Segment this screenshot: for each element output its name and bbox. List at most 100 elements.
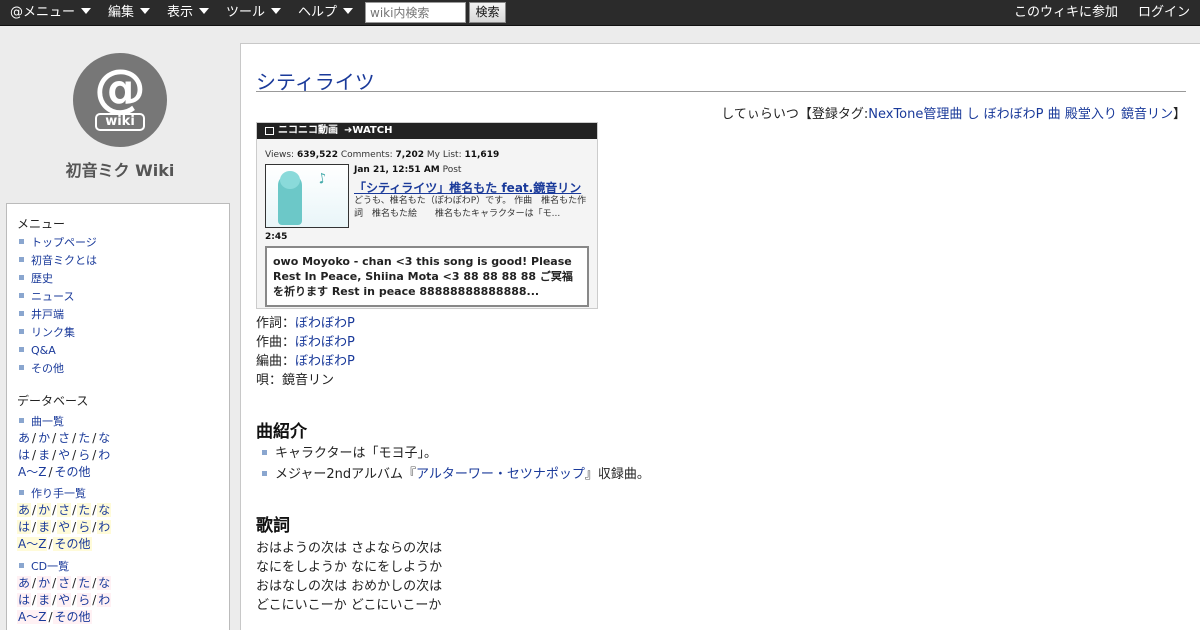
sidebar-item-label[interactable]: トップページ [31,236,97,249]
menu-help[interactable]: ヘルプ [298,0,354,26]
credit-value: 鏡音リン [282,373,335,388]
sidebar-item-history[interactable]: 歴史 [19,271,53,287]
kana-link[interactable]: わ [97,520,112,534]
kana-link[interactable]: A～Z [17,610,48,624]
kana-link[interactable]: その他 [53,465,91,479]
kana-link[interactable]: な [97,576,112,590]
sidebar-item-cd-list[interactable]: CD一覧 [19,559,69,575]
kana-link[interactable]: や [57,593,72,607]
chevron-down-icon [271,8,282,14]
sidebar-item-label[interactable]: 井戸端 [31,308,64,321]
sidebar-item-label[interactable]: 作り手一覧 [31,487,86,500]
kana-link[interactable]: や [57,448,71,462]
kana-link[interactable]: わ [97,593,112,607]
tag-link[interactable]: NexTone管理曲 [868,107,962,122]
sidebar-item-song-list[interactable]: 曲一覧 [19,414,64,430]
kana-link[interactable]: あ [17,503,32,517]
bullet-icon [19,311,24,316]
credit-composer: 作曲：ぼわぼわP [256,333,355,352]
kana-link[interactable]: か [37,503,52,517]
kana-link[interactable]: は [17,593,32,607]
menu-view-label: 表示 [167,5,194,20]
sidebar-db-heading: データベース [17,394,89,408]
comments-label: Comments: [340,150,393,160]
sidebar-item-label[interactable]: リンク集 [31,326,75,339]
sidebar-item-label[interactable]: その他 [31,362,64,375]
sidebar-item-label[interactable]: 初音ミクとは [31,254,97,267]
kana-link[interactable]: わ [97,448,111,462]
tag-link[interactable]: 曲 [1048,107,1061,122]
kana-link[interactable]: か [37,431,51,445]
video-thumbnail[interactable]: ♪ [265,164,349,228]
intro-text-suffix: 』収録曲。 [584,467,650,482]
login-link[interactable]: ログイン [1138,0,1190,26]
kana-link[interactable]: な [97,503,112,517]
menu-tools[interactable]: ツール [226,0,282,26]
kana-link[interactable]: ま [37,520,52,534]
kana-link[interactable]: ま [37,448,51,462]
sidebar-item-creator-list[interactable]: 作り手一覧 [19,486,86,502]
sidebar-item-other[interactable]: その他 [19,361,64,377]
credit-link[interactable]: ぼわぼわP [295,335,355,350]
menu-edit[interactable]: 編集 [108,0,151,26]
kana-link[interactable]: A～Z [17,465,47,479]
intro-text: キャラクターは「モヨ子」。 [275,446,437,461]
kana-link[interactable]: A～Z [17,537,48,551]
sidebar-item-idobata[interactable]: 井戸端 [19,307,64,323]
kana-link[interactable]: さ [57,576,72,590]
sidebar-item-label[interactable]: Q&A [31,344,56,357]
search-button[interactable]: 検索 [469,2,506,23]
kana-link[interactable]: さ [57,503,72,517]
niconico-watch-link[interactable]: ➜WATCH [344,124,392,138]
site-name[interactable]: 初音ミク Wiki [0,157,240,181]
post-date-value: Jan 21, 12:51 AM [354,165,440,175]
niconico-embed: ニコニコ動画 ➜WATCH Views: 639,522 Comments: 7… [256,122,598,309]
sidebar-item-qa[interactable]: Q&A [19,343,56,359]
sidebar-item-news[interactable]: ニュース [19,289,74,305]
sidebar-item-top-page[interactable]: トップページ [19,235,97,251]
search-input[interactable] [365,2,466,23]
bullet-icon [19,329,24,334]
sidebar-item-links[interactable]: リンク集 [19,325,75,341]
credit-link[interactable]: ぼわぼわP [295,354,355,369]
bullet-icon [19,275,24,280]
tag-link[interactable]: ぼわぼわP [984,107,1044,122]
kana-link[interactable]: その他 [53,537,92,551]
logo-wiki-label: wiki [95,113,145,131]
kana-link[interactable]: あ [17,576,32,590]
menu-atmenu[interactable]: @メニュー [10,0,92,26]
tag-link[interactable]: し [967,107,980,122]
video-title-link[interactable]: 「シティライツ」椎名もた feat.鏡音リン [354,179,581,196]
video-description: どうも、椎名もた（ぽわぽわP）です。 作曲 椎名もた作詞 椎名もた絵 椎名もたキ… [354,196,587,219]
tag-link[interactable]: 鏡音リン [1121,107,1173,122]
kana-link[interactable]: ら [77,593,92,607]
join-wiki-link[interactable]: このウィキに参加 [1014,0,1118,26]
kana-link[interactable]: は [17,448,31,462]
sidebar-item-label[interactable]: 歴史 [31,272,53,285]
kana-link[interactable]: は [17,520,32,534]
chevron-down-icon [140,8,151,14]
sidebar-item-label[interactable]: 曲一覧 [31,415,64,428]
sidebar-item-label[interactable]: CD一覧 [31,560,69,573]
sidebar-item-about-miku[interactable]: 初音ミクとは [19,253,97,269]
kana-link[interactable]: さ [57,431,71,445]
kana-link[interactable]: や [57,520,72,534]
credit-link[interactable]: ぼわぼわP [295,316,355,331]
kana-link[interactable]: た [77,503,92,517]
kana-link[interactable]: た [77,576,92,590]
kana-link[interactable]: ら [77,448,91,462]
niconico-logo[interactable]: ニコニコ動画 [278,124,338,138]
kana-link[interactable]: ら [77,520,92,534]
kana-link[interactable]: な [97,431,111,445]
kana-link[interactable]: あ [17,431,31,445]
tag-link[interactable]: 殿堂入り [1065,107,1117,122]
site-logo[interactable]: @ wiki [73,53,167,147]
album-link[interactable]: アルターワー・セツナポップ [416,467,585,482]
kana-link[interactable]: ま [37,593,52,607]
kana-link[interactable]: た [77,431,91,445]
menu-view[interactable]: 表示 [167,0,210,26]
kana-index-row: A～Z / その他 [17,536,92,553]
sidebar-item-label[interactable]: ニュース [31,290,74,303]
kana-link[interactable]: か [37,576,52,590]
kana-link[interactable]: その他 [53,610,92,624]
